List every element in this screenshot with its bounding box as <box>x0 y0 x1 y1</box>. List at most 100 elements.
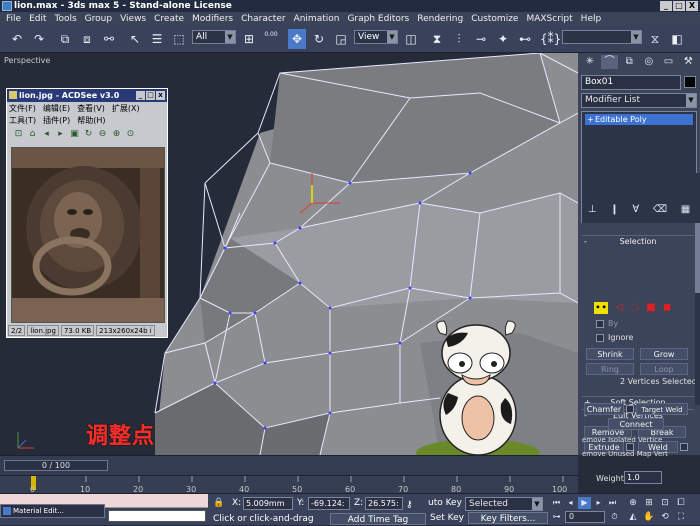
x-coordinate-field[interactable]: 5.009mm <box>243 497 293 510</box>
make-unique-icon[interactable]: ∀ <box>632 203 639 217</box>
rotate-icon[interactable]: ↻ <box>310 29 328 49</box>
browse-icon[interactable]: ⊡ <box>13 129 24 140</box>
maximize-viewport-icon[interactable]: ⛶ <box>674 511 688 523</box>
acdsee-menu-extend[interactable]: 扩展(X) <box>112 103 140 113</box>
acdsee-close-button[interactable]: x <box>156 91 165 100</box>
named-selection-sets-dropdown[interactable]: ▼ <box>562 30 642 44</box>
minimize-button[interactable]: _ <box>660 1 672 11</box>
stack-item-editable-poly[interactable]: Editable Poly <box>585 114 693 125</box>
zoom-fit-icon[interactable]: ⊙ <box>125 129 136 140</box>
hierarchy-tab-icon[interactable]: ⧉ <box>620 55 638 69</box>
remove-isolated-vertices-button[interactable]: emove Isolated Vertice <box>582 436 662 444</box>
object-name-field[interactable]: Box01 <box>581 75 681 90</box>
track-view-icon[interactable]: ⊷ <box>516 29 534 49</box>
align-icon[interactable]: ⫶ <box>450 29 468 49</box>
menu-customize[interactable]: Customize <box>467 14 522 24</box>
key-mode-dropdown[interactable]: Selected ▼ <box>465 497 543 511</box>
zoom-out-icon[interactable]: ⊖ <box>97 129 108 140</box>
mirror-icon[interactable]: ⧗ <box>428 29 446 49</box>
weld-settings-icon[interactable] <box>680 443 688 451</box>
acdsee-titlebar[interactable]: lion.jpg - ACDSee v3.0 _ □ x <box>7 89 167 102</box>
close-button[interactable]: X <box>686 1 698 11</box>
menu-rendering[interactable]: Rendering <box>413 14 467 24</box>
render-scene-icon[interactable]: ◧ <box>668 29 686 49</box>
place-highlight-icon[interactable]: ✦ <box>494 29 512 49</box>
pin-stack-icon[interactable]: ⊥ <box>588 203 597 217</box>
key-filters-button[interactable]: Key Filters... <box>468 512 548 524</box>
snap-icon[interactable]: ⊞ <box>240 29 258 49</box>
select-object-icon[interactable]: ↖ <box>126 29 144 49</box>
command-panel-scrollbar[interactable] <box>695 173 700 405</box>
key-mode-toggle-icon[interactable]: ⊶ <box>550 511 563 523</box>
auto-key-button[interactable]: uto Key <box>428 498 462 508</box>
border-subobject-icon[interactable]: ◌ <box>628 302 642 314</box>
menu-views[interactable]: Views <box>116 14 150 24</box>
open-folder-icon[interactable]: ⌂ <box>27 129 38 140</box>
field-of-view-icon[interactable]: ◭ <box>626 511 640 523</box>
remove-unused-map-verts-button[interactable]: emove Unused Map Vert <box>582 450 668 458</box>
shrink-button[interactable]: Shrink <box>586 348 634 360</box>
weight-spinner[interactable]: 1.0 <box>624 471 662 484</box>
ignore-backfacing-checkbox[interactable] <box>596 334 604 342</box>
menu-create[interactable]: Create <box>150 14 188 24</box>
normal-align-icon[interactable]: ⊸ <box>472 29 490 49</box>
vertex-subobject-icon[interactable]: ∙∙ <box>594 302 608 314</box>
next-frame-icon[interactable]: ▸ <box>592 497 605 509</box>
show-end-result-icon[interactable]: ❙ <box>610 203 618 217</box>
acdsee-menu-tools[interactable]: 工具(T) <box>9 115 36 125</box>
remove-modifier-icon[interactable]: ⌫ <box>653 203 667 217</box>
acdsee-menu-view[interactable]: 查看(V) <box>77 103 105 113</box>
configure-sets-icon[interactable]: ▦ <box>681 203 690 217</box>
menu-maxscript[interactable]: MAXScript <box>522 14 576 24</box>
maxscript-input[interactable] <box>108 510 206 522</box>
display-tab-icon[interactable]: ▭ <box>660 55 678 69</box>
play-icon[interactable]: ▶ <box>578 497 591 509</box>
menu-tools[interactable]: Tools <box>51 14 81 24</box>
acdsee-menu-plugins[interactable]: 插件(P) <box>43 115 70 125</box>
lock-selection-icon[interactable]: 🔒 <box>212 497 226 509</box>
scale-icon[interactable]: ◲ <box>332 29 350 49</box>
refresh-icon[interactable]: ↻ <box>83 129 94 140</box>
grow-button[interactable]: Grow <box>640 348 688 360</box>
zoom-extents-icon[interactable]: ⊡ <box>658 497 672 509</box>
object-color-swatch[interactable] <box>684 76 696 88</box>
add-time-tag-button[interactable]: Add Time Tag <box>330 513 426 525</box>
zoom-icon[interactable]: ⊕ <box>626 497 640 509</box>
connect-button[interactable]: Connect <box>608 418 664 430</box>
modify-tab-icon[interactable]: ⌒ <box>600 55 619 69</box>
zoom-all-icon[interactable]: ⊞ <box>642 497 656 509</box>
undo-icon[interactable]: ↶ <box>8 29 26 49</box>
acdsee-menu-help[interactable]: 帮助(H) <box>77 115 105 125</box>
pan-icon[interactable]: ✋ <box>642 511 656 523</box>
menu-modifiers[interactable]: Modifiers <box>188 14 237 24</box>
menu-character[interactable]: Character <box>237 14 289 24</box>
edge-subobject-icon[interactable]: ◁ <box>612 302 626 314</box>
selection-rollout-header[interactable]: - Selection <box>582 235 694 246</box>
arc-rotate-icon[interactable]: ⟲ <box>658 511 672 523</box>
go-to-end-icon[interactable]: ⏭ <box>606 497 619 509</box>
acdsee-menu-edit[interactable]: 编辑(E) <box>43 103 70 113</box>
move-icon[interactable]: ✥ <box>288 29 306 49</box>
menu-group[interactable]: Group <box>81 14 116 24</box>
spinner-snap-icon[interactable]: 0.00 <box>262 29 280 49</box>
set-key-button[interactable]: Set Key <box>430 513 464 523</box>
utilities-tab-icon[interactable]: ⚒ <box>679 55 697 69</box>
taskbar-material-editor[interactable]: Material Edit... <box>0 504 105 518</box>
time-configuration-icon[interactable]: ⏱ <box>608 511 621 523</box>
target-weld-button[interactable]: Target Weld <box>636 403 688 415</box>
polygon-subobject-icon[interactable]: ■ <box>644 302 658 314</box>
named-selection-icon[interactable]: {⁑} <box>540 29 561 49</box>
previous-frame-icon[interactable]: ◂ <box>564 497 577 509</box>
next-icon[interactable]: ▸ <box>55 129 66 140</box>
track-bar[interactable]: 0 10 20 30 40 50 60 70 80 90 100 <box>0 475 578 494</box>
link-icon[interactable]: ⧉ <box>56 29 74 49</box>
chamfer-button[interactable]: Chamfer <box>584 403 624 415</box>
selection-filter-dropdown[interactable]: All ▼ <box>192 30 236 44</box>
menu-file[interactable]: File <box>2 14 25 24</box>
acdsee-menu-file[interactable]: 文件(F) <box>9 103 36 113</box>
acdsee-maximize-button[interactable]: □ <box>146 91 155 100</box>
zoom-in-icon[interactable]: ⊕ <box>111 129 122 140</box>
chamfer-settings-icon[interactable] <box>626 405 634 413</box>
menu-edit[interactable]: Edit <box>25 14 50 24</box>
previous-icon[interactable]: ◂ <box>41 129 52 140</box>
